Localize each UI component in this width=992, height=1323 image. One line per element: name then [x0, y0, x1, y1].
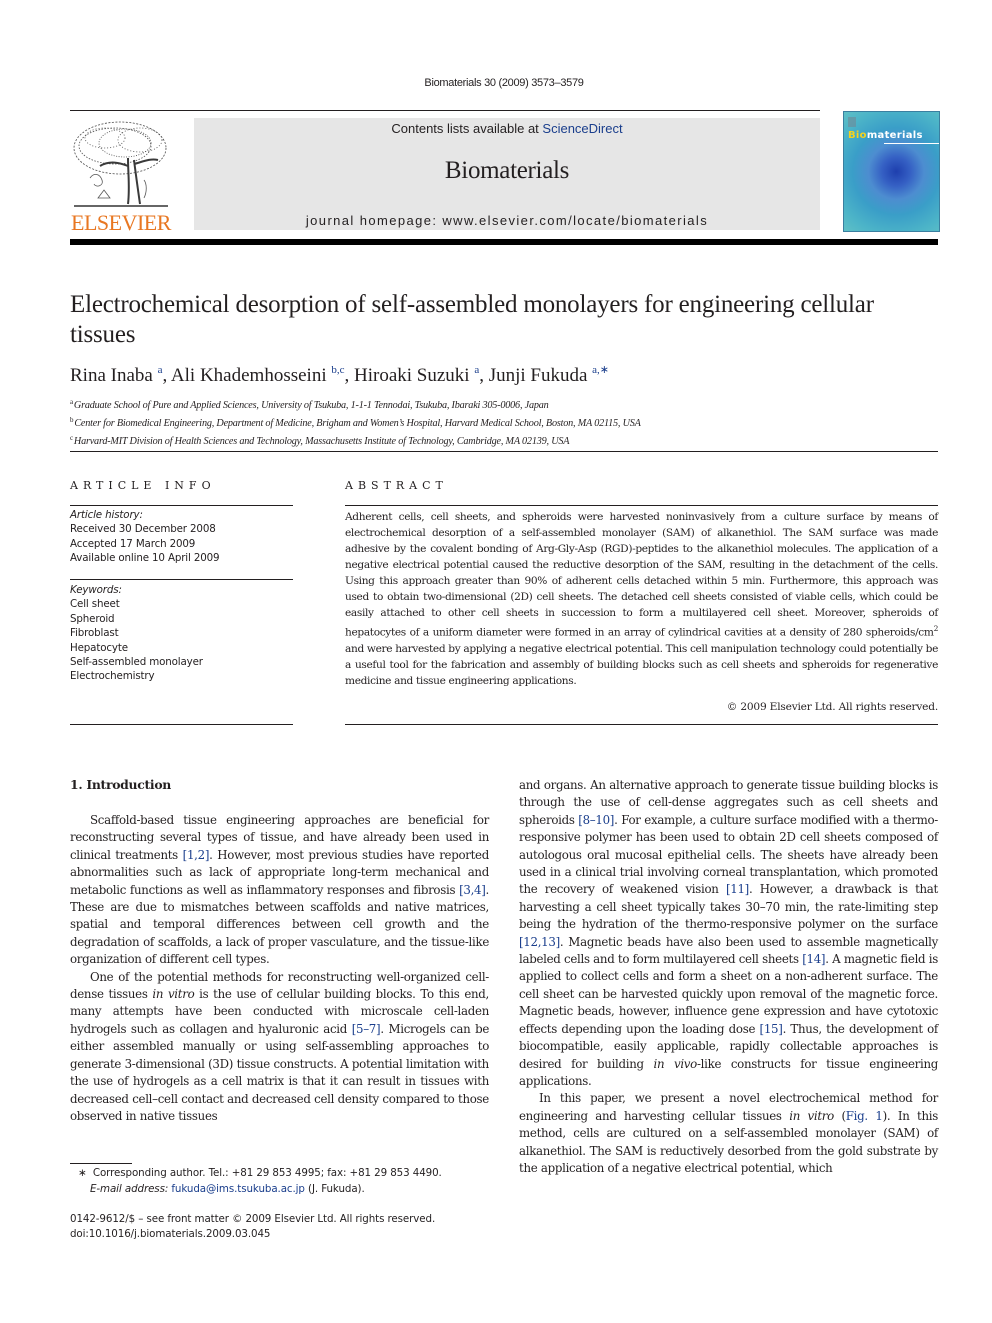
affiliation-text: Harvard-MIT Division of Health Sciences …	[73, 436, 570, 447]
doi-link[interactable]: doi:10.1016/j.biomaterials.2009.03.045	[70, 1227, 435, 1242]
section-heading-introduction: 1. Introduction	[70, 777, 171, 792]
paragraph: In this paper, we present a novel electr…	[519, 1090, 938, 1177]
reference-link[interactable]: [8–10]	[578, 813, 614, 827]
cover-title-highlight: Bio	[848, 130, 867, 141]
author-list: Rina Inaba a, Ali Khademhosseini b,c, Hi…	[70, 364, 610, 386]
article-info-heading: ARTICLE INFO	[70, 479, 216, 492]
keyword-item: Hepatocyte	[70, 641, 128, 654]
author-name[interactable]: Ali Khademhosseini	[171, 365, 327, 386]
keyword-item: Cell sheet	[70, 598, 120, 611]
header-thick-rule	[70, 239, 938, 245]
author-name[interactable]: Rina Inaba	[70, 365, 153, 386]
keyword-item: Fibroblast	[70, 627, 119, 640]
journal-cover-thumbnail[interactable]: Biomaterials	[843, 111, 940, 232]
history-accepted: Accepted 17 March 2009	[70, 537, 196, 550]
abstract-copyright: © 2009 Elsevier Ltd. All rights reserved…	[726, 701, 938, 713]
abstract-text-part: and were harvested by applying a negativ…	[345, 642, 938, 687]
author-affiliation-marker[interactable]: a	[474, 364, 479, 376]
tree-illustration-icon	[73, 121, 168, 207]
keyword-item: Electrochemistry	[70, 670, 155, 683]
corresponding-author-footnote: ∗ Corresponding author. Tel.: +81 29 853…	[78, 1166, 442, 1197]
article-info-rule	[70, 724, 293, 725]
abstract-superscript: 2	[933, 624, 939, 633]
author-affiliation-marker[interactable]: a	[158, 364, 163, 376]
abstract-rule	[345, 505, 938, 506]
affiliation-key: c	[70, 434, 73, 442]
footnote-rule	[70, 1163, 132, 1164]
reference-link[interactable]: [3,4]	[459, 883, 486, 897]
reference-link[interactable]: [1,2]	[183, 848, 210, 862]
elsevier-wordmark: ELSEVIER	[71, 210, 171, 235]
contents-prefix: Contents lists available at	[391, 121, 543, 136]
reference-link[interactable]: [15]	[760, 1022, 783, 1036]
body-column-right: and organs. An alternative approach to g…	[519, 777, 938, 1177]
keywords-label: Keywords:	[70, 584, 122, 596]
affiliation-item: aGraduate School of Pure and Applied Sci…	[70, 395, 641, 413]
article-info-rule	[70, 505, 293, 506]
homepage-prefix: journal homepage:	[305, 213, 443, 228]
article-title: Electrochemical desorption of self-assem…	[70, 291, 874, 348]
abstract-rule	[345, 724, 938, 725]
cover-publisher-mark-icon	[848, 117, 856, 127]
paragraph: and organs. An alternative approach to g…	[519, 777, 938, 1090]
history-label: Article history:	[70, 509, 143, 521]
body-column-left: Scaffold-based tissue engineering approa…	[70, 812, 489, 1125]
journal-name: Biomaterials	[444, 157, 570, 184]
affiliation-item: bCenter for Biomedical Engineering, Depa…	[70, 413, 641, 431]
affiliation-key: b	[70, 416, 74, 424]
contents-line: Contents lists available at ScienceDirec…	[194, 121, 820, 136]
article-info-rule	[70, 579, 293, 580]
affiliation-text: Graduate School of Pure and Applied Scie…	[73, 400, 549, 411]
reference-link[interactable]: [11]	[726, 882, 749, 896]
article-history: Article history: Received 30 December 20…	[70, 508, 220, 566]
abstract-text-part: Adherent cells, cell sheets, and spheroi…	[345, 511, 938, 639]
keywords: Keywords: Cell sheet Spheroid Fibroblast…	[70, 583, 203, 684]
affiliation-item: cHarvard-MIT Division of Health Sciences…	[70, 431, 641, 449]
keyword-item: Spheroid	[70, 612, 115, 625]
reference-link[interactable]: [12,13]	[519, 935, 560, 949]
cover-title-rest: materials	[866, 130, 923, 141]
reference-link[interactable]: [5–7]	[352, 1022, 381, 1036]
reference-link[interactable]: Fig. 1	[846, 1109, 883, 1123]
abstract-text: Adherent cells, cell sheets, and spheroi…	[345, 509, 938, 689]
paragraph: One of the potential methods for reconst…	[70, 969, 489, 1126]
italic-text: in vivo	[653, 1056, 698, 1071]
reference-link[interactable]: [14]	[802, 952, 825, 966]
issn-line: 0142-9612/$ – see front matter © 2009 El…	[70, 1213, 436, 1225]
journal-homepage: journal homepage: www.elsevier.com/locat…	[194, 213, 820, 228]
email-link[interactable]: fukuda@ims.tsukuba.ac.jp	[171, 1183, 305, 1195]
journal-citation: Biomaterials 30 (2009) 3573–3579	[424, 77, 584, 89]
affiliation-list: aGraduate School of Pure and Applied Sci…	[70, 395, 641, 449]
keyword-item: Self-assembled monolayer	[70, 656, 203, 669]
affiliation-key: a	[70, 398, 73, 406]
abstract-heading: ABSTRACT	[345, 479, 448, 492]
homepage-url-link[interactable]: www.elsevier.com/locate/biomaterials	[442, 213, 708, 228]
body-text: (	[833, 1108, 846, 1123]
cover-title: Biomaterials	[848, 130, 923, 141]
italic-text: in vitro	[789, 1108, 834, 1123]
author-name[interactable]: Hiroaki Suzuki	[354, 365, 470, 386]
italic-text: in vitro	[152, 987, 195, 1002]
sciencedirect-link[interactable]: ScienceDirect	[542, 121, 622, 136]
history-received: Received 30 December 2008	[70, 523, 216, 536]
footnote-marker: ∗	[78, 1167, 87, 1179]
paragraph: Scaffold-based tissue engineering approa…	[70, 812, 489, 969]
email-suffix: (J. Fukuda).	[304, 1182, 365, 1195]
author-name[interactable]: Junji Fukuda	[489, 365, 588, 386]
body-text: . Microgels can be either assembled manu…	[70, 1021, 489, 1123]
header-top-rule	[70, 110, 820, 111]
author-affiliation-marker[interactable]: a,∗	[592, 364, 609, 376]
email-label: E-mail address:	[90, 1182, 172, 1195]
author-affiliation-marker[interactable]: b,c	[331, 364, 344, 376]
affiliation-text: Center for Biomedical Engineering, Depar…	[74, 418, 641, 429]
footnote-contact: Corresponding author. Tel.: +81 29 853 4…	[92, 1167, 442, 1179]
front-matter: 0142-9612/$ – see front matter © 2009 El…	[70, 1212, 435, 1242]
affiliation-rule	[70, 451, 938, 452]
cover-rule	[884, 143, 939, 144]
history-online: Available online 10 April 2009	[70, 552, 220, 565]
